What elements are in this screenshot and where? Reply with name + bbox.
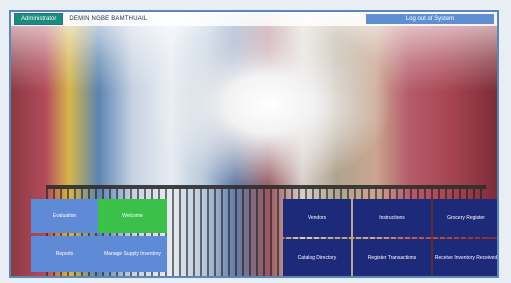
instructions-button[interactable]: Instructions	[353, 199, 431, 237]
grocery-register-button[interactable]: Grocery Register	[433, 199, 497, 237]
register-transactions-button[interactable]: Register Transactions	[353, 239, 431, 276]
background-store-image: Administrator DEMIN NGBE BAMTHUAIL Log o…	[9, 10, 499, 278]
vendors-button[interactable]: Vendors	[283, 199, 351, 237]
logout-button[interactable]: Log out of System	[366, 14, 494, 24]
receive-inventory-button[interactable]: Receive Inventory Received	[433, 239, 497, 276]
welcome-button[interactable]: Welcome	[98, 199, 167, 233]
top-bar: Administrator DEMIN NGBE BAMTHUAIL Log o…	[11, 12, 497, 26]
manage-supply-button[interactable]: Manage Supply Inventory	[98, 236, 167, 272]
user-info: DEMIN NGBE BAMTHUAIL	[69, 16, 148, 22]
catalog-directory-button[interactable]: Catalog Directory	[283, 239, 351, 276]
evaluation-button[interactable]: Evaluation	[31, 199, 98, 233]
reports-button[interactable]: Reports	[31, 236, 98, 272]
admin-tab[interactable]: Administrator	[14, 13, 64, 25]
